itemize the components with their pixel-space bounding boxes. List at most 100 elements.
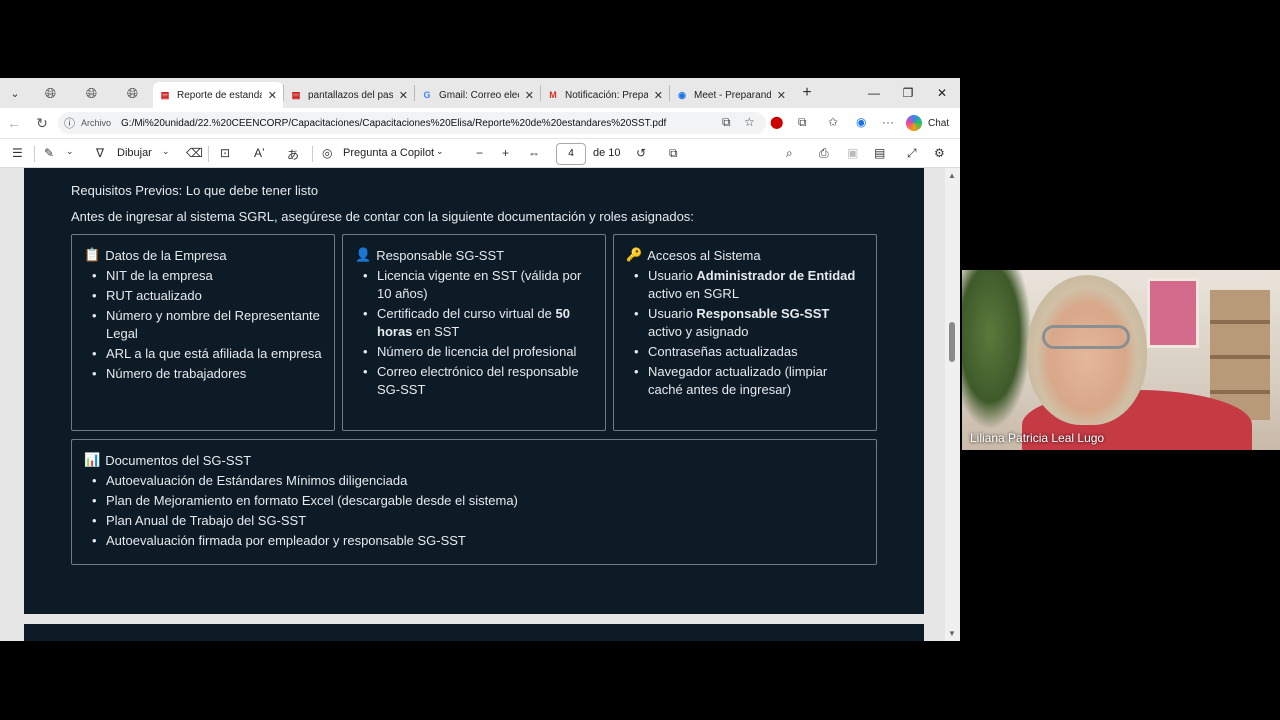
card-responsible: 👤 Responsable SG-SST Licencia vigente en … [342,234,606,431]
meet-icon: ◉ [678,89,686,100]
intro-text: Antes de ingresar al sistema SGRL, asegú… [71,209,694,224]
search-icon[interactable]: ⌕ [786,146,793,161]
restore-button[interactable]: ❐ [891,78,925,108]
browser-tab[interactable]: ▤ Reporte de estandares ✕ [153,82,283,108]
draw-icon[interactable]: ∇ [96,146,104,160]
browser-tab[interactable]: ◉ Meet - Preparand ✕ [670,82,792,108]
more-options-icon[interactable]: ··· [882,115,894,129]
print-icon[interactable]: ⎙ [819,146,829,161]
page-count: de 10 [593,147,621,159]
close-tab-icon[interactable]: ✕ [777,89,786,102]
translate-icon[interactable]: ⧉ [722,115,731,130]
card-company-data: 📋 Datos de la Empresa NIT de la empresa RU… [71,234,335,431]
list-item: Correo electrónico del responsable SG-SS… [355,363,593,399]
close-tab-icon[interactable]: ✕ [268,89,277,102]
zoom-in-icon[interactable]: + [502,146,509,160]
draw-label[interactable]: Dibujar [117,147,152,159]
pdf-viewer[interactable]: Requisitos Previos: Lo que debe tener li… [0,168,960,641]
tab-label: Reporte de estandares [177,89,262,101]
page-view-icon[interactable]: ⧉ [669,146,678,161]
tab-label: Meet - Preparand [694,89,771,101]
read-aloud-icon[interactable]: Aʼ [254,146,265,160]
glasses [1042,325,1130,349]
tab-actions-menu[interactable]: ⌄ [0,78,30,108]
browser-window: ⌄ 🌐︎ 🌐︎ 🌐︎ ▤ Reporte de estandares ✕ ▤ panta… [0,78,960,641]
eraser-icon[interactable]: ⌫ [186,146,203,160]
close-tab-icon[interactable]: ✕ [654,89,663,102]
browser-tab[interactable]: G Gmail: Correo electróni ✕ [415,82,540,108]
translate-icon[interactable]: あ [287,146,299,163]
vertical-scrollbar[interactable]: ▲ ▼ [945,168,960,641]
copilot-icon[interactable]: ◎ [322,146,332,160]
tab-strip: ⌄ 🌐︎ 🌐︎ 🌐︎ ▤ Reporte de estandares ✕ ▤ panta… [0,78,960,108]
card-title: Documentos del SG-SST [105,452,252,468]
pdf-toolbar: ☰ ✎ ⌄ ∇ Dibujar ⌄ ⌫ ⊡ Aʼ あ ◎ Pregunta a … [0,138,960,168]
participant-name: Liliana Patricia Leal Lugo [970,431,1105,445]
contents-icon[interactable]: ☰ [12,146,23,160]
list-item: ARL a la que está afiliada la empresa [84,345,322,363]
pinned-tab-globe-icon[interactable]: 🌐︎ [30,78,71,108]
plant-background [962,270,1032,430]
scroll-up-arrow-icon[interactable]: ▲ [948,171,956,180]
tab-label: pantallazos del paso a [308,89,393,101]
list-item: RUT actualizado [84,287,322,305]
page-number-input[interactable]: 4 [556,143,586,165]
save-icon[interactable]: ▣ [847,146,858,160]
address-bar: ← ↻ ⓘ Archivo G:/Mi%20unidad/22.%20CEENC… [0,108,960,138]
highlight-icon[interactable]: ✎ [44,146,54,160]
chevron-down-icon[interactable]: ⌄ [66,146,74,157]
list-item: Autoevaluación firmada por empleador y r… [84,532,864,550]
scrollbar-thumb[interactable] [949,322,955,362]
favorites-icon[interactable]: ✩ [828,115,838,129]
copilot-chat-button[interactable]: Chat [906,115,949,131]
fit-width-icon[interactable]: ⇔ [528,146,540,160]
card-title: Datos de la Empresa [105,247,227,263]
rotate-icon[interactable]: ↺ [636,146,646,160]
list-item: Usuario Responsable SG-SST activo y asig… [626,305,864,341]
copilot-label[interactable]: Pregunta a Copilot [343,147,434,159]
list-item: Licencia vigente en SST (válida por 10 a… [355,267,593,303]
chevron-down-icon[interactable]: ⌄ [436,146,444,157]
card-title: Responsable SG-SST [376,247,505,263]
profile-icon[interactable]: ◉ [856,115,866,129]
url-field[interactable]: ⓘ Archivo G:/Mi%20unidad/22.%20CEENCORP/… [58,112,766,134]
chevron-down-icon[interactable]: ⌄ [162,146,170,157]
divider [312,146,313,162]
pdf-page: Requisitos Previos: Lo que debe tener li… [24,168,924,614]
reload-icon[interactable]: ↻ [28,115,56,132]
extensions-icon[interactable]: ⧉ [798,115,807,130]
save-as-icon[interactable]: ▤ [874,146,885,160]
favorite-star-icon[interactable]: ☆ [744,115,755,129]
gmail-icon: M [549,90,557,100]
close-tab-icon[interactable]: ✕ [525,89,534,102]
back-icon[interactable]: ← [0,115,28,131]
browser-tab[interactable]: M Notificación: Prepara ✕ [541,82,669,108]
settings-gear-icon[interactable]: ⚙ [934,146,945,160]
list-item: Contraseñas actualizadas [626,343,864,361]
scroll-down-arrow-icon[interactable]: ▼ [948,629,956,638]
close-window-button[interactable]: ✕ [925,78,959,108]
close-tab-icon[interactable]: ✕ [399,89,408,102]
list-item: Plan de Mejoramiento en formato Excel (d… [84,492,864,510]
list-item: Usuario Administrador de Entidad activo … [626,267,864,303]
google-icon: G [423,90,431,100]
new-tab-button[interactable]: + [792,84,822,102]
info-icon[interactable]: ⓘ [64,115,75,131]
participant-video: Liliana Patricia Leal Lugo [962,270,1280,450]
card-system-access: 🔑 Accesos al Sistema Usuario Administrado… [613,234,877,431]
browser-tab[interactable]: ▤ pantallazos del paso a ✕ [284,82,414,108]
pinned-tab-globe-icon[interactable]: 🌐︎ [112,78,153,108]
card-sgsst-documents: 📊 Documentos del SG-SST Autoevaluación de… [71,439,877,565]
zoom-out-icon[interactable]: − [476,146,483,160]
fullscreen-icon[interactable]: ⤢ [907,146,917,161]
minimize-button[interactable]: — [857,78,891,108]
extension-opera-icon[interactable]: ⬤ [770,115,783,129]
clipboard-icon: 📋 [84,247,101,262]
wall-poster [1147,278,1199,348]
url-text[interactable]: G:/Mi%20unidad/22.%20CEENCORP/Capacitaci… [121,118,666,129]
pinned-tab-globe-icon[interactable]: 🌐︎ [71,78,112,108]
pdf-icon: ▤ [291,89,301,100]
text-box-icon[interactable]: ⊡ [220,146,230,160]
list-item: Certificado del curso virtual de 50 hora… [355,305,593,341]
chat-label: Chat [928,117,950,129]
